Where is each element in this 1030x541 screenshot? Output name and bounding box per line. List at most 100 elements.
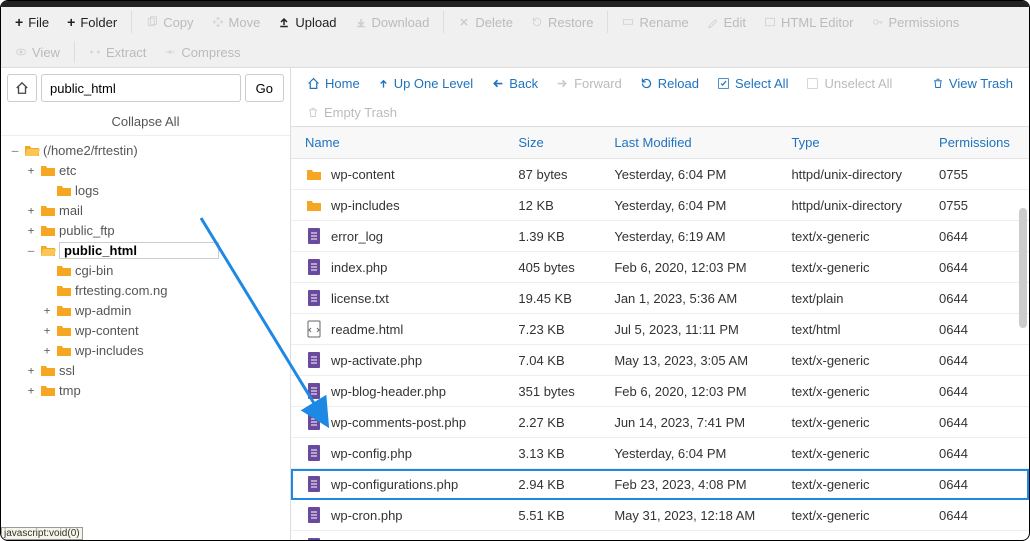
file-button[interactable]: +File xyxy=(7,9,57,35)
table-row[interactable]: error_log1.39 KBYesterday, 6:19 AMtext/x… xyxy=(291,221,1029,252)
tree-toggle[interactable]: + xyxy=(41,324,53,337)
file-modified: Jul 5, 2023, 11:11 PM xyxy=(608,314,785,345)
tree-item-label[interactable]: public_ftp xyxy=(59,223,115,238)
file-size: 351 bytes xyxy=(512,376,608,407)
col-name[interactable]: Name xyxy=(291,127,512,159)
file-permissions: 0644 xyxy=(933,345,1029,376)
tree-item-label[interactable]: wp-includes xyxy=(75,343,144,358)
file-size: 2.44 KB xyxy=(512,531,608,541)
separator xyxy=(607,11,608,33)
tree-item-label[interactable]: ssl xyxy=(59,363,75,378)
home-path-button[interactable] xyxy=(7,74,37,102)
empty-trash-button[interactable]: Empty Trash xyxy=(299,99,405,125)
col-modified[interactable]: Last Modified xyxy=(608,127,785,159)
path-input[interactable] xyxy=(41,74,241,102)
tree-item-label[interactable]: cgi-bin xyxy=(75,263,113,278)
table-row[interactable]: license.txt19.45 KBJan 1, 2023, 5:36 AMt… xyxy=(291,283,1029,314)
tree-item-label[interactable]: tmp xyxy=(59,383,81,398)
table-row[interactable]: wp-configurations.php2.94 KBFeb 23, 2023… xyxy=(291,469,1029,500)
delete-button[interactable]: Delete xyxy=(450,9,521,35)
table-row[interactable]: wp-content87 bytesYesterday, 6:04 PMhttp… xyxy=(291,159,1029,190)
file-type: httpd/unix-directory xyxy=(785,159,933,190)
file-name: wp-configurations.php xyxy=(331,477,458,492)
file-size: 19.45 KB xyxy=(512,283,608,314)
col-permissions[interactable]: Permissions xyxy=(933,127,1029,159)
extract-icon xyxy=(89,46,101,58)
file-size: 7.23 KB xyxy=(512,314,608,345)
tree-item-label[interactable]: logs xyxy=(75,183,99,198)
permissions-button[interactable]: Permissions xyxy=(864,9,968,35)
status-bar: javascript:void(0) xyxy=(1,527,83,540)
nav-up-button[interactable]: Up One Level xyxy=(370,70,482,96)
file-type: text/x-generic xyxy=(785,438,933,469)
tree-root-label[interactable]: (/home2/frtestin) xyxy=(43,143,138,158)
tree-toggle[interactable]: + xyxy=(25,364,37,377)
nav-reload-button[interactable]: Reload xyxy=(632,70,707,96)
tree-item-label[interactable]: frtesting.com.ng xyxy=(75,283,168,298)
file-modified: Nov 27, 2022, 2:31 AM xyxy=(608,531,785,541)
file-size: 2.27 KB xyxy=(512,407,608,438)
table-row[interactable]: wp-activate.php7.04 KBMay 13, 2023, 3:05… xyxy=(291,345,1029,376)
tree-item-label[interactable]: wp-content xyxy=(75,323,139,338)
nav-home-button[interactable]: Home xyxy=(299,70,368,96)
view-button[interactable]: View xyxy=(7,39,68,65)
tree-item-label[interactable]: mail xyxy=(59,203,83,218)
tree-item-label[interactable]: wp-admin xyxy=(75,303,131,318)
html-editor-button[interactable]: HTML Editor xyxy=(756,9,861,35)
view-trash-button[interactable]: View Trash xyxy=(924,70,1021,96)
nav-back-button[interactable]: Back xyxy=(483,70,546,96)
file-permissions: 0755 xyxy=(933,159,1029,190)
go-button[interactable]: Go xyxy=(245,74,284,102)
unselect-all-button[interactable]: Unselect All xyxy=(798,70,900,96)
file-type: text/x-generic xyxy=(785,469,933,500)
download-icon xyxy=(355,16,367,28)
table-row[interactable]: wp-config.php3.13 KBYesterday, 6:04 PMte… xyxy=(291,438,1029,469)
tree-toggle[interactable]: + xyxy=(25,204,37,217)
copy-button[interactable]: Copy xyxy=(138,9,201,35)
trash-icon xyxy=(307,105,319,119)
file-type: text/x-generic xyxy=(785,407,933,438)
file-size: 2.94 KB xyxy=(512,469,608,500)
table-row[interactable]: readme.html7.23 KBJul 5, 2023, 11:11 PMt… xyxy=(291,314,1029,345)
collapse-all-button[interactable]: Collapse All xyxy=(1,108,290,136)
tree-item-label[interactable]: etc xyxy=(59,163,76,178)
table-row[interactable]: wp-links-opml.php2.44 KBNov 27, 2022, 2:… xyxy=(291,531,1029,541)
move-button[interactable]: Move xyxy=(204,9,269,35)
folder-button[interactable]: +Folder xyxy=(59,9,125,35)
tree-toggle[interactable]: + xyxy=(25,164,37,177)
tree-item-label[interactable]: public_html xyxy=(59,242,219,259)
col-type[interactable]: Type xyxy=(785,127,933,159)
table-row[interactable]: wp-blog-header.php351 bytesFeb 6, 2020, … xyxy=(291,376,1029,407)
delete-label: Delete xyxy=(475,15,513,30)
tree-toggle[interactable]: + xyxy=(25,384,37,397)
download-button[interactable]: Download xyxy=(347,9,438,35)
nav-forward-button[interactable]: Forward xyxy=(548,70,630,96)
rename-button[interactable]: Rename xyxy=(614,9,696,35)
compress-button[interactable]: Compress xyxy=(156,39,248,65)
tree-toggle[interactable]: + xyxy=(25,224,37,237)
col-size[interactable]: Size xyxy=(512,127,608,159)
separator xyxy=(74,41,75,63)
table-row[interactable]: wp-cron.php5.51 KBMay 31, 2023, 12:18 AM… xyxy=(291,500,1029,531)
folder-icon xyxy=(56,183,72,197)
nav-back-label: Back xyxy=(509,76,538,91)
extract-button[interactable]: Extract xyxy=(81,39,154,65)
restore-button[interactable]: Restore xyxy=(523,9,602,35)
up-icon xyxy=(378,77,389,90)
file-size: 1.39 KB xyxy=(512,221,608,252)
plus-icon: + xyxy=(15,14,23,30)
scrollbar-thumb[interactable] xyxy=(1019,208,1027,328)
table-row[interactable]: index.php405 bytesFeb 6, 2020, 12:03 PMt… xyxy=(291,252,1029,283)
tree-toggle[interactable]: + xyxy=(41,344,53,357)
table-row[interactable]: wp-comments-post.php2.27 KBJun 14, 2023,… xyxy=(291,407,1029,438)
html-editor-icon xyxy=(764,16,776,28)
file-permissions: 0644 xyxy=(933,221,1029,252)
tree-toggle[interactable]: + xyxy=(41,304,53,317)
upload-button[interactable]: Upload xyxy=(270,9,344,35)
edit-button[interactable]: Edit xyxy=(699,9,754,35)
tree-toggle[interactable]: – xyxy=(25,244,37,257)
table-row[interactable]: wp-includes12 KBYesterday, 6:04 PMhttpd/… xyxy=(291,190,1029,221)
tree-toggle[interactable]: – xyxy=(9,144,21,157)
select-all-button[interactable]: Select All xyxy=(709,70,796,96)
folder-icon xyxy=(56,323,72,337)
